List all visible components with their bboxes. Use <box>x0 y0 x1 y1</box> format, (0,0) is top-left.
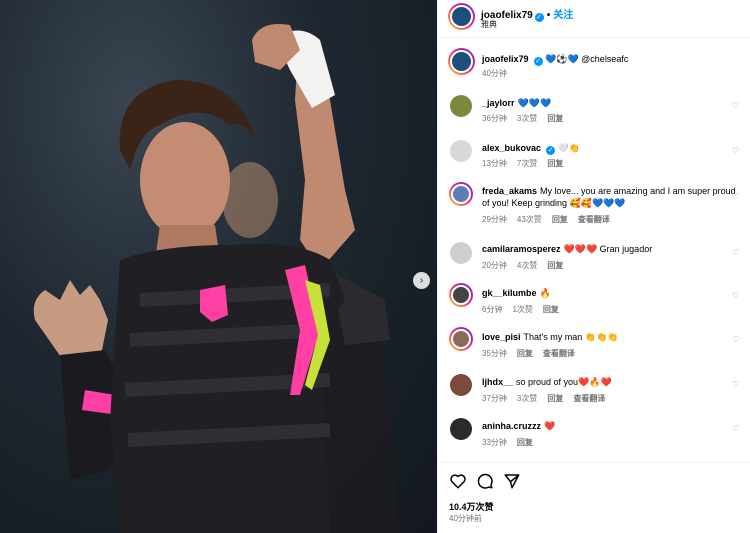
commenter-avatar[interactable] <box>449 327 473 351</box>
share-icon[interactable] <box>503 472 521 490</box>
comment-time: 20分钟 <box>482 261 507 270</box>
comment-username[interactable]: _jaylorr <box>482 98 515 108</box>
reply-button[interactable]: 回复 <box>517 438 533 447</box>
post-header: joaofelix79 ✓ • 关注 雅典 <box>438 0 750 38</box>
comment-username[interactable]: ljhdx__ <box>482 377 513 387</box>
comment-likes[interactable]: 1次赞 <box>512 305 532 314</box>
follow-button[interactable]: 关注 <box>553 10 573 21</box>
reply-button[interactable]: 回复 <box>547 114 563 123</box>
comment-likes[interactable]: 3次赞 <box>517 114 537 123</box>
comment-username[interactable]: gk__kilumbe <box>482 288 537 298</box>
comment-likes[interactable]: 7次赞 <box>517 159 537 168</box>
reply-button[interactable]: 回复 <box>547 159 563 168</box>
heart-icon[interactable]: ♡ <box>732 192 739 201</box>
comment-time: 29分钟 <box>482 215 507 224</box>
heart-icon[interactable] <box>449 472 467 490</box>
post-photo[interactable]: › <box>0 0 437 533</box>
next-photo-button[interactable]: › <box>413 272 430 289</box>
comment-likes[interactable]: 3次赞 <box>517 394 537 403</box>
translate-button[interactable]: 查看翻译 <box>573 394 605 403</box>
comment-time: 36分钟 <box>482 114 507 123</box>
commenter-avatar[interactable] <box>449 283 473 307</box>
likes-count[interactable]: 10.4万次赞 <box>449 500 494 513</box>
post-timestamp[interactable]: 40分钟前 <box>449 513 482 524</box>
commenter-avatar[interactable] <box>450 374 472 396</box>
comment-likes[interactable]: 43次赞 <box>517 215 542 224</box>
translate-button[interactable]: 查看翻译 <box>578 215 610 224</box>
comment-icon[interactable] <box>476 472 494 490</box>
comment-text: 🤍👏 <box>557 143 580 153</box>
caption-time: 40分钟 <box>482 69 507 78</box>
translate-button[interactable]: 查看翻译 <box>543 349 575 358</box>
caption-avatar[interactable] <box>448 48 475 75</box>
comment-time: 37分钟 <box>482 394 507 403</box>
reply-button[interactable]: 回复 <box>543 305 559 314</box>
commenter-avatar[interactable] <box>450 140 472 162</box>
post-details-panel: joaofelix79 ✓ • 关注 雅典 joaofelix79 ✓ 💙⚽️💙 @ch… <box>437 0 750 533</box>
chevron-right-icon: › <box>419 274 424 286</box>
heart-icon[interactable]: ♡ <box>732 248 739 257</box>
comment-time: 6分钟 <box>482 305 503 314</box>
verified-icon: ✓ <box>534 13 544 22</box>
commenter-avatar[interactable] <box>450 242 472 264</box>
author-avatar[interactable] <box>448 3 475 30</box>
verified-icon: ✓ <box>546 146 556 155</box>
location-label[interactable]: 雅典 <box>481 19 497 30</box>
reply-button[interactable]: 回复 <box>517 349 533 358</box>
comment-username[interactable]: freda_akams <box>482 186 537 196</box>
comment-time: 35分钟 <box>482 349 507 358</box>
comment-text: 💙💙💙 <box>517 98 552 108</box>
comment-text: ❤️❤️❤️ Gran jugador <box>563 244 653 254</box>
player-illustration <box>33 24 400 533</box>
caption-text: 💙⚽️💙 @chelseafc <box>545 54 629 64</box>
comment-likes[interactable]: 4次赞 <box>517 261 537 270</box>
comment-text: ❤️ <box>544 421 556 431</box>
comment-time: 33分钟 <box>482 438 507 447</box>
comment-text: 🔥 <box>539 288 551 298</box>
commenter-avatar[interactable] <box>449 182 473 206</box>
comment-text: That's my man 👏👏👏 <box>523 332 619 342</box>
reply-button[interactable]: 回复 <box>547 261 563 270</box>
reply-button[interactable]: 回复 <box>552 215 568 224</box>
commenter-avatar[interactable] <box>450 95 472 117</box>
reply-button[interactable]: 回复 <box>547 394 563 403</box>
commenter-avatar[interactable] <box>450 418 472 440</box>
heart-icon[interactable]: ♡ <box>732 146 739 155</box>
comment-text: so proud of you❤️🔥❤️ <box>516 377 612 387</box>
heart-icon[interactable]: ♡ <box>732 335 739 344</box>
comment-username[interactable]: alex_bukovac <box>482 143 541 153</box>
heart-icon[interactable]: ♡ <box>732 291 739 300</box>
heart-icon[interactable]: ♡ <box>732 101 739 110</box>
comment-time: 13分钟 <box>482 159 507 168</box>
caption-username[interactable]: joaofelix79 <box>482 54 529 64</box>
post-actions: 10.4万次赞 40分钟前 <box>438 462 750 533</box>
heart-icon[interactable]: ♡ <box>732 424 739 433</box>
comment-username[interactable]: camilaramosperez <box>482 244 561 254</box>
comment-username[interactable]: aninha.cruzzz <box>482 421 541 431</box>
comments-list[interactable]: joaofelix79 ✓ 💙⚽️💙 @chelseafc 40分钟 _jaylo… <box>438 42 750 462</box>
comment-username[interactable]: love_pisi <box>482 332 521 342</box>
heart-icon[interactable]: ♡ <box>732 380 739 389</box>
verified-icon: ✓ <box>533 57 543 66</box>
